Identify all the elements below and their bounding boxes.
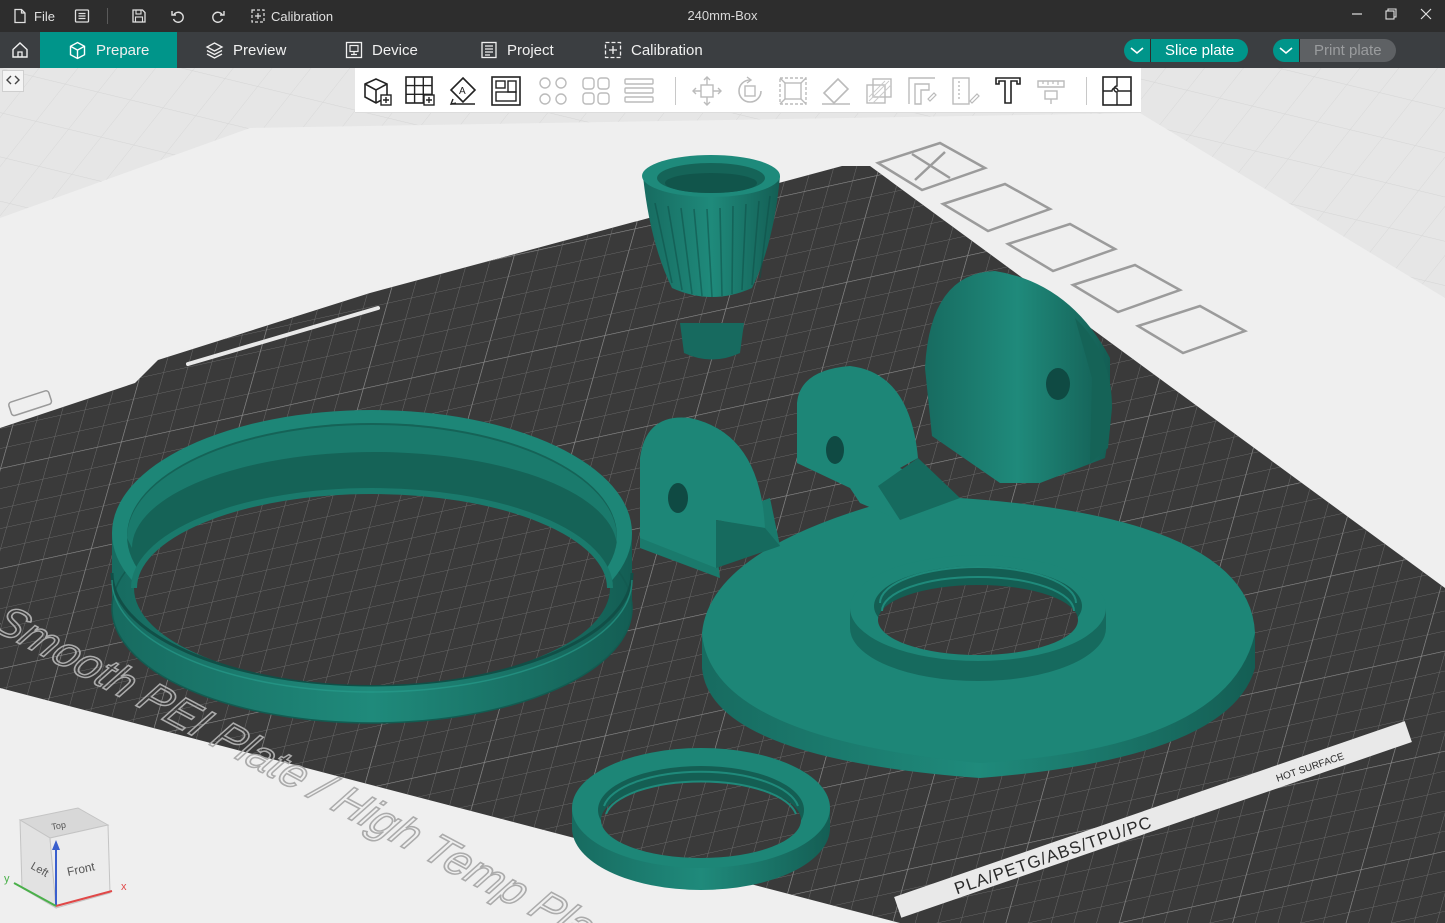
calibration-icon (251, 9, 265, 23)
undo-icon (170, 8, 186, 24)
lay-on-face-button[interactable] (818, 73, 854, 109)
svg-text:A: A (459, 86, 466, 97)
restore-icon (1385, 7, 1397, 25)
titlebar-divider (107, 8, 108, 24)
arrange-grid-icon (404, 75, 436, 107)
close-button[interactable] (1409, 0, 1443, 32)
support-paint-icon (906, 75, 938, 107)
save-icon (131, 8, 147, 24)
tab-project-label: Project (507, 41, 554, 59)
home-icon (11, 41, 29, 59)
split-objects-icon (537, 75, 569, 107)
add-object-button[interactable] (359, 73, 395, 109)
x-axis-label: x (121, 881, 127, 893)
layers-icon (623, 75, 655, 107)
3d-viewport[interactable]: Smooth PEI Plate / High Temp Plate PLA/P… (0, 68, 1445, 923)
titlebar-calibration-label: Calibration (271, 8, 334, 24)
menu-icon (74, 8, 90, 24)
menu-button[interactable] (74, 0, 90, 32)
scale-icon (777, 75, 809, 107)
redo-button[interactable] (210, 0, 226, 32)
print-plate-button[interactable]: Print plate (1273, 39, 1396, 62)
tab-device-label: Device (372, 41, 418, 59)
arrange-icon (490, 75, 522, 107)
file-menu[interactable]: File (12, 0, 55, 32)
titlebar-calibration-button[interactable]: Calibration (251, 0, 333, 32)
seam-paint-button[interactable] (947, 73, 983, 109)
tab-preview-label: Preview (233, 41, 287, 59)
print-dropdown-chevron-icon[interactable] (1273, 39, 1299, 62)
device-icon (345, 41, 363, 59)
save-button[interactable] (131, 0, 147, 32)
minimize-button[interactable] (1340, 0, 1374, 32)
text-button[interactable] (990, 73, 1026, 109)
toolbar-separator-2 (1086, 77, 1087, 105)
assembly-button[interactable] (1099, 73, 1135, 109)
layers-button[interactable] (621, 73, 657, 109)
measure-icon (1035, 75, 1067, 107)
tab-prepare-label: Prepare (96, 41, 150, 59)
scene-canvas[interactable]: Smooth PEI Plate / High Temp Plate PLA/P… (0, 68, 1445, 923)
tab-calibration-label: Calibration (631, 41, 703, 59)
calibration-tab-icon (604, 41, 622, 59)
restore-button[interactable] (1374, 0, 1408, 32)
undo-button[interactable] (170, 0, 186, 32)
layers-preview-icon (205, 41, 224, 60)
rotate-icon (734, 75, 766, 107)
text-icon (992, 75, 1024, 107)
add-object-icon (361, 75, 393, 107)
tab-project[interactable]: Project (480, 32, 554, 68)
cube-icon (68, 41, 87, 60)
print-plate-label: Print plate (1299, 39, 1396, 62)
file-menu-label: File (34, 8, 55, 24)
tab-preview[interactable]: Preview (205, 32, 286, 68)
main-tab-bar: Prepare Preview Device Project Calibrati… (0, 32, 1445, 68)
redo-icon (210, 8, 226, 24)
slice-plate-button[interactable]: Slice plate (1124, 39, 1249, 62)
move-button[interactable] (689, 73, 725, 109)
y-axis-label: y (4, 873, 10, 885)
collapse-arrows-icon (6, 73, 20, 90)
home-button[interactable] (0, 32, 40, 68)
arrange-grid-button[interactable] (402, 73, 438, 109)
assembly-icon (1101, 75, 1133, 107)
slice-plate-label: Slice plate (1150, 39, 1249, 62)
rotate-button[interactable] (732, 73, 768, 109)
scale-button[interactable] (775, 73, 811, 109)
model-large-ring[interactable] (110, 410, 634, 724)
move-icon (691, 75, 723, 107)
split-objects-button[interactable] (535, 73, 571, 109)
arrange-button[interactable] (488, 73, 524, 109)
toolbar-separator (675, 77, 676, 105)
model-small-ring[interactable] (572, 748, 830, 890)
project-icon (480, 41, 498, 59)
cut-button[interactable] (861, 73, 897, 109)
tab-calibration[interactable]: Calibration (604, 32, 703, 68)
lay-on-face-icon (820, 75, 852, 107)
split-parts-icon (580, 75, 612, 107)
seam-paint-icon (949, 75, 981, 107)
measure-button[interactable] (1033, 73, 1069, 109)
file-icon (12, 8, 28, 24)
tab-prepare[interactable]: Prepare (40, 32, 177, 68)
support-paint-button[interactable] (904, 73, 940, 109)
auto-orient-button[interactable]: A (445, 73, 481, 109)
minimize-icon (1351, 7, 1363, 25)
sidebar-collapse-button[interactable] (2, 70, 24, 92)
object-toolbar: A (355, 68, 1141, 113)
tab-device[interactable]: Device (345, 32, 418, 68)
auto-orient-icon: A (447, 75, 479, 107)
close-icon (1420, 7, 1432, 25)
split-parts-button[interactable] (578, 73, 614, 109)
title-bar: File Calibration 240mm-Box (0, 0, 1445, 32)
slice-dropdown-chevron-icon[interactable] (1124, 39, 1150, 62)
cut-icon (863, 75, 895, 107)
